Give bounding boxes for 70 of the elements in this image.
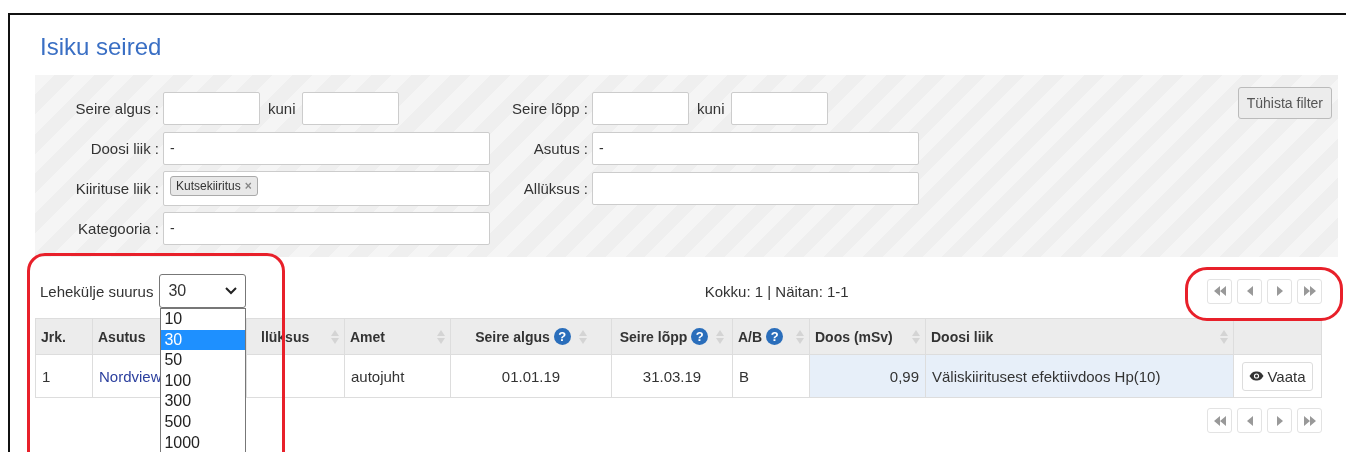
column-title: Doos (mSv) (815, 328, 893, 345)
dropdown-option[interactable]: 1000 (161, 432, 246, 452)
field-label: Kiirituse liik : (74, 180, 160, 197)
column-title: A/B (738, 328, 763, 345)
column-header[interactable]: Seire lõpp ? (611, 318, 733, 355)
help-icon[interactable]: ? (553, 328, 571, 345)
field-label: Doosi liik : (89, 140, 160, 157)
cell-text: 01.01.19 (501, 367, 561, 385)
column-title: Seire lõpp (619, 328, 688, 345)
first-page-button[interactable] (1207, 408, 1232, 433)
field-label: Asutus : (532, 140, 589, 157)
date-field[interactable] (730, 92, 828, 125)
range-separator: kuni (696, 100, 726, 117)
organisation-link[interactable]: Nordview (99, 367, 162, 385)
result-summary: Kokku: 1 | Näitan: 1-1 (704, 282, 849, 300)
last-page-button[interactable] (1297, 278, 1322, 304)
clear-filter-button[interactable]: Tühista filter (1237, 87, 1332, 119)
view-button[interactable]: Vaata (1242, 361, 1313, 391)
tag-field[interactable]: Kutsekiiritus × (163, 171, 490, 206)
previous-page-button[interactable] (1237, 278, 1262, 304)
first-page-button[interactable] (1207, 278, 1232, 304)
dropdown-option[interactable]: 500 (161, 411, 246, 433)
help-icon[interactable]: ? (766, 328, 784, 345)
double-triangle-icon (1302, 415, 1317, 426)
column-title: Doosi liik (931, 328, 994, 345)
column-title: Asutus (98, 328, 146, 345)
double-triangle-icon (1212, 286, 1227, 296)
tag-label: Kutsekiiritus (176, 179, 241, 193)
next-page-button[interactable] (1267, 408, 1292, 433)
help-icon[interactable]: ? (691, 328, 709, 345)
dropdown-option[interactable]: 50 (161, 350, 246, 371)
select-field[interactable]: - (163, 212, 490, 245)
page-size-label: Lehekülje suurus (40, 282, 154, 300)
select-field[interactable] (592, 172, 919, 205)
field-label: Seire lõpp : (511, 100, 589, 117)
previous-page-button[interactable] (1237, 408, 1262, 433)
column-header[interactable]: A/B ? (732, 318, 810, 355)
cell-text: autojuht (351, 367, 405, 385)
select-field[interactable]: - (163, 132, 490, 165)
next-page-button[interactable] (1267, 278, 1292, 304)
field-label: Kategooria : (77, 220, 160, 237)
dropdown-option[interactable]: 10 (161, 309, 246, 330)
date-field[interactable] (163, 92, 260, 125)
page-size-select[interactable]: 30 (159, 274, 247, 308)
field-label: Allüksus : (522, 180, 589, 197)
dropdown-option[interactable]: 300 (161, 391, 246, 412)
range-separator: kuni (267, 100, 297, 117)
cell-text: 0,99 (889, 367, 919, 385)
cell-text: Väliskiiritusest efektiivdoos Hp(10) (932, 367, 1161, 385)
dropdown-option[interactable]: 100 (161, 370, 246, 392)
double-triangle-icon (1302, 286, 1317, 296)
column-title: Seire algus (475, 328, 550, 345)
field-label: Seire algus : (74, 100, 160, 117)
column-header[interactable]: Amet (344, 318, 451, 355)
date-field[interactable] (592, 92, 689, 125)
select-field[interactable]: - (592, 132, 919, 165)
column-title: Amet (350, 328, 385, 345)
column-header[interactable]: Doosi liik (925, 318, 1234, 355)
chevron-down-icon (225, 287, 238, 295)
column-header[interactable]: Doos (mSv) (809, 318, 926, 355)
double-triangle-icon (1212, 415, 1227, 426)
eye-icon (1249, 371, 1265, 381)
column-header[interactable]: Seire algus ? (450, 318, 612, 355)
column-title: Jrk. (41, 328, 66, 345)
cell-text: 31.03.19 (642, 367, 702, 385)
page-title: Isiku seired (39, 32, 163, 62)
cell-text: 1 (42, 367, 51, 385)
last-page-button[interactable] (1297, 408, 1322, 433)
cell-text: B (739, 367, 749, 385)
date-field[interactable] (301, 92, 399, 125)
